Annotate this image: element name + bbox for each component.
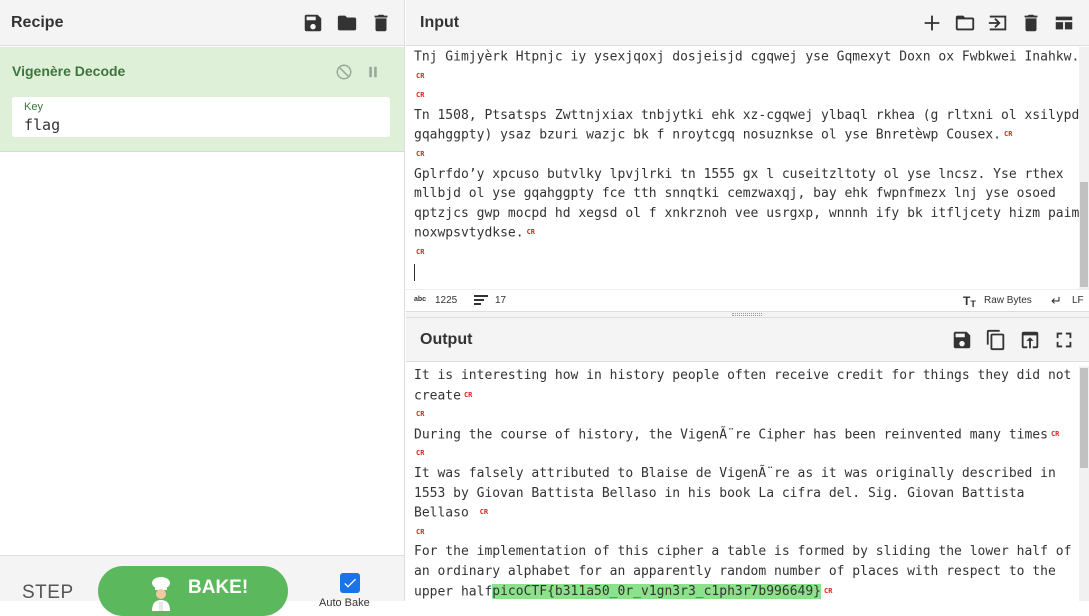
input-line: noxwpsvtydkse. CR bbox=[414, 225, 536, 241]
output-line: CR bbox=[416, 449, 425, 458]
trash-icon[interactable] bbox=[370, 12, 392, 34]
encoding-label[interactable]: Raw Bytes bbox=[984, 295, 1032, 306]
input-header: Input bbox=[406, 0, 1089, 46]
flag-highlight: picoCTF{b311a50_0r_v1gn3r3_c1ph3r7b99664… bbox=[492, 583, 822, 599]
folder-icon[interactable] bbox=[336, 12, 358, 34]
bake-button[interactable]: BAKE! bbox=[98, 566, 288, 616]
output-line: an ordinary alphabet for an apparently r… bbox=[414, 563, 1056, 579]
recipe-panel: Recipe Vigenère Decode Key flag STEP BAK… bbox=[0, 0, 405, 616]
output-scrollbar-thumb[interactable] bbox=[1080, 368, 1088, 468]
output-textarea[interactable]: It is interesting how in history people … bbox=[414, 366, 1076, 601]
recipe-title: Recipe bbox=[11, 13, 64, 31]
operation-vigenere-decode[interactable]: Vigenère Decode Key flag bbox=[0, 47, 404, 152]
input-line: CR bbox=[416, 71, 425, 80]
key-label: Key bbox=[24, 101, 43, 113]
chars-icon: abc bbox=[414, 296, 427, 303]
operation-name: Vigenère Decode bbox=[12, 63, 126, 79]
autobake-label: Auto Bake bbox=[319, 597, 370, 609]
input-line: Gplrfdo’y xpcuso butvlky lpvjlrki tn 155… bbox=[414, 166, 1064, 182]
text-cursor bbox=[414, 263, 1076, 283]
output-line: CR bbox=[416, 527, 425, 536]
import-icon[interactable] bbox=[987, 12, 1009, 34]
pause-icon[interactable] bbox=[362, 61, 384, 83]
input-line: mllbjd ol yse gqahggpty fce tth snnqtki … bbox=[414, 186, 1056, 202]
input-panel: Input Tnj Gimjyèrk Htpnjc iy ysexjqoxj d… bbox=[406, 0, 1089, 312]
output-line: During the course of history, the VigenÃ… bbox=[414, 427, 1060, 443]
output-line: Bellaso CR bbox=[414, 505, 489, 521]
disable-icon[interactable] bbox=[333, 61, 355, 83]
input-line: CR bbox=[416, 91, 425, 100]
replace-input-icon[interactable] bbox=[1019, 329, 1041, 351]
key-input[interactable]: flag bbox=[24, 116, 60, 134]
output-line: 1553 by Giovan Battista Bellaso in his b… bbox=[414, 485, 1025, 501]
input-line: CR bbox=[416, 149, 425, 158]
output-line: It is interesting how in history people … bbox=[414, 368, 1072, 383]
output-panel: Output It is interesting how in history … bbox=[406, 318, 1089, 601]
output-line: It was falsely attributed to Blaise de V… bbox=[414, 465, 1056, 481]
input-scrollbar-thumb[interactable] bbox=[1080, 182, 1088, 287]
trash-icon[interactable] bbox=[1020, 12, 1042, 34]
plus-icon[interactable] bbox=[921, 12, 943, 34]
lines-icon bbox=[474, 294, 488, 309]
autobake-checkbox[interactable] bbox=[340, 573, 360, 593]
input-line: qptzjcs gwp mocpd hd xegsd ol f xnkrznoh… bbox=[414, 205, 1080, 221]
output-header: Output bbox=[406, 318, 1089, 362]
output-line: For the implementation of this cipher a … bbox=[414, 544, 1072, 560]
output-title: Output bbox=[420, 330, 473, 348]
input-line: gqahggpty) ysaz bzuri wazjc bk f nroytcg… bbox=[414, 127, 1013, 143]
input-textarea[interactable]: Tnj Gimjyèrk Htpnjc iy ysexjqoxj dosjeis… bbox=[414, 47, 1089, 283]
output-scrollbar[interactable] bbox=[1079, 366, 1089, 601]
input-status-bar: abc 1225 17 TT Raw Bytes ↵ LF bbox=[406, 289, 1089, 311]
input-line: Tnj Gimjyèrk Htpnjc iy ysexjqoxj dosjeis… bbox=[414, 49, 1089, 65]
recipe-header: Recipe bbox=[0, 0, 404, 46]
chef-icon bbox=[152, 577, 170, 611]
char-count: 1225 bbox=[435, 295, 458, 306]
folder-icon[interactable] bbox=[954, 12, 976, 34]
bake-controls: STEP BAKE! Auto Bake bbox=[0, 555, 404, 616]
key-field[interactable]: Key flag bbox=[12, 97, 390, 137]
maximise-icon[interactable] bbox=[1053, 329, 1075, 351]
pane-resizer[interactable] bbox=[406, 311, 1089, 318]
save-icon[interactable] bbox=[302, 12, 324, 34]
input-title: Input bbox=[420, 13, 460, 31]
output-line: CR bbox=[416, 410, 425, 419]
input-line: CR bbox=[416, 247, 425, 256]
text-encoding-icon[interactable]: TT bbox=[963, 294, 976, 309]
eol-label[interactable]: LF bbox=[1072, 295, 1084, 306]
input-scrollbar[interactable] bbox=[1079, 47, 1089, 289]
save-icon[interactable] bbox=[951, 329, 973, 351]
output-line: create CR bbox=[414, 387, 473, 403]
eol-icon[interactable]: ↵ bbox=[1051, 293, 1062, 309]
bake-label: BAKE! bbox=[188, 577, 249, 598]
layout-icon[interactable] bbox=[1053, 12, 1075, 34]
output-line: upper halfpicoCTF{b311a50_0r_v1gn3r3_c1p… bbox=[414, 583, 833, 599]
copy-icon[interactable] bbox=[985, 329, 1007, 351]
input-line: Tn 1508, Ptsatsps Zwttnjxiax tnbjytki eh… bbox=[414, 107, 1080, 123]
line-count: 17 bbox=[495, 295, 507, 306]
